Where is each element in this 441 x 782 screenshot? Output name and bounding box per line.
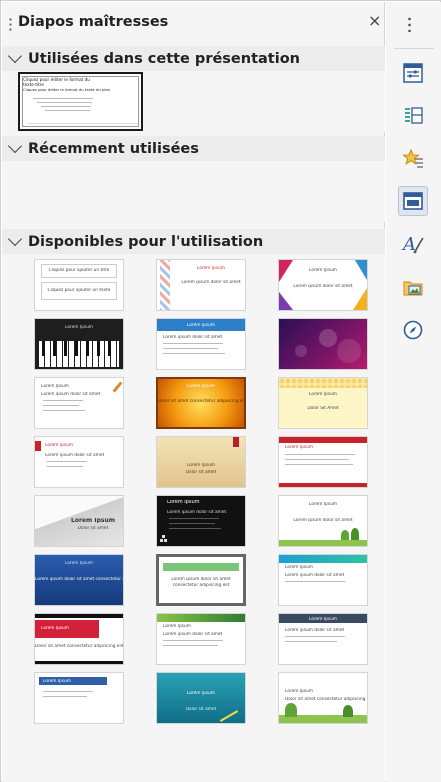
properties-icon[interactable] <box>398 58 428 88</box>
template-thumbnail[interactable]: Lorem Ipsum Dolor sit amet <box>156 672 246 724</box>
template-thumbnail[interactable]: Lorem Ipsum Lorem ipsum dolor sit amet <box>156 495 246 547</box>
panel-titlebar: Diapos maîtresses × <box>2 8 385 38</box>
template-thumbnail[interactable]: Lorem Ipsum Lorem ipsum dolor sit amet <box>156 613 246 665</box>
template-thumbnail[interactable]: Lorem Ipsum <box>278 436 368 488</box>
slide-transition-icon[interactable] <box>398 272 428 302</box>
section-header-available[interactable]: Disponibles pour l'utilisation <box>2 229 385 254</box>
template-thumbnail[interactable]: Lorem Ipsum Lorem ipsum dolor sit amet <box>278 259 368 311</box>
section-title-used: Utilisées dans cette présentation <box>28 50 300 67</box>
template-thumbnail[interactable]: Lorem Ipsum Lorem ipsum dolor sit amet <box>34 377 124 429</box>
gallery-icon[interactable] <box>398 144 428 174</box>
template-thumbnail[interactable]: Lorem Ipsum Dolor sit amet <box>156 436 246 488</box>
section-body-recent <box>2 161 385 222</box>
outline-line <box>37 102 92 103</box>
close-panel-button[interactable]: × <box>368 11 381 30</box>
template-thumbnail[interactable]: Lorem Ipsum Lorem ipsum dolor sit amet <box>278 495 368 547</box>
chevron-down-icon <box>7 231 23 247</box>
section-header-used[interactable]: Utilisées dans cette présentation <box>2 46 385 71</box>
template-thumbnail[interactable]: Lorem Ipsum <box>34 672 124 724</box>
template-thumbnail[interactable] <box>278 318 368 370</box>
panel-title: Diapos maîtresses <box>18 14 169 30</box>
template-thumbnail[interactable]: Lorem Ipsum Dolor sit amet <box>34 495 124 547</box>
sidebar-menu-icon[interactable] <box>408 16 411 32</box>
section-header-recent[interactable]: Récemment utilisées <box>2 136 385 161</box>
template-thumbnail[interactable]: Lorem ipsum dolor sit amet consectetur a… <box>156 554 246 606</box>
template-thumbnail[interactable]: Lorem Ipsum Dolor sit amet consectetur a… <box>34 613 124 665</box>
chevron-down-icon <box>7 48 23 64</box>
section-body-used: Cliquez pour éditer le format du texte-t… <box>2 71 385 132</box>
outline-line <box>45 110 90 111</box>
outline-line <box>33 98 93 99</box>
section-title-available: Disponibles pour l'utilisation <box>28 233 264 250</box>
animation-icon[interactable]: A <box>398 229 428 259</box>
template-thumbnail[interactable]: Lorem Ipsum Dolor sit amet consectetur a… <box>156 377 246 429</box>
used-master-slide-thumbnail[interactable]: Cliquez pour éditer le format du texte-t… <box>18 72 143 131</box>
outline-line <box>41 106 91 107</box>
chevron-down-icon <box>7 138 23 154</box>
template-thumbnail[interactable]: Cliquez pour ajouter un titre Cliquez po… <box>34 259 124 311</box>
template-thumbnail[interactable]: Lorem Ipsum <box>34 318 124 370</box>
section-title-recent: Récemment utilisées <box>28 140 199 157</box>
divider <box>394 48 434 49</box>
drag-handle-icon[interactable] <box>9 17 12 31</box>
template-thumbnail[interactable]: Lorem Ipsum Dolor sit amet consectetur a… <box>278 672 368 724</box>
template-thumbnail[interactable]: Lorem Ipsum Dolor Sit Amet <box>278 377 368 429</box>
sidebar-tab-rail: A <box>386 2 441 782</box>
section-body-available: Cliquez pour ajouter un titre Cliquez po… <box>2 254 385 782</box>
template-thumbnail[interactable]: Lorem Ipsum Lorem ipsum dolor sit amet <box>156 259 246 311</box>
template-thumbnail[interactable]: Lorem Ipsum Lorem ipsum dolor sit amet <box>278 554 368 606</box>
template-thumbnail[interactable]: Lorem Ipsum Lorem ipsum dolor sit amet <box>278 613 368 665</box>
sidebar-window: Diapos maîtresses × Utilisées dans cette… <box>0 0 441 782</box>
template-thumbnail[interactable]: Lorem Ipsum Lorem ipsum dolor sit amet <box>156 318 246 370</box>
navigator-icon[interactable] <box>398 315 428 345</box>
footer-line <box>27 123 138 124</box>
styles-icon[interactable] <box>398 101 428 131</box>
master-slides-icon[interactable] <box>398 186 428 216</box>
template-thumbnail[interactable]: Lorem Ipsum Lorem ipsum dolor sit amet <box>34 436 124 488</box>
template-thumbnail[interactable]: Lorem Ipsum Lorem ipsum dolor sit amet c… <box>34 554 124 606</box>
master-slides-panel: Diapos maîtresses × Utilisées dans cette… <box>2 2 385 782</box>
used-slide-body: Cliquez pour éditer le format du texte d… <box>23 87 111 92</box>
